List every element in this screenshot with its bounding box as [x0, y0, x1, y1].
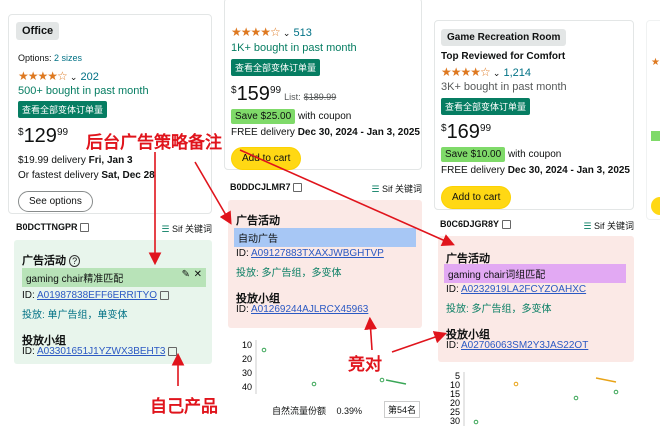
arrow-to-panel-3 [239, 149, 455, 246]
arrow-competitor-up [364, 316, 378, 351]
annotation-strategy-note: 后台广告策略备注 [86, 133, 222, 152]
annotation-competitor: 竞对 [348, 355, 382, 374]
arrow-competitor-right [391, 331, 448, 353]
annotation-own-product: 自己产品 [150, 397, 218, 416]
arrow-to-panel-2 [194, 161, 232, 225]
annotation-arrows [148, 149, 455, 386]
